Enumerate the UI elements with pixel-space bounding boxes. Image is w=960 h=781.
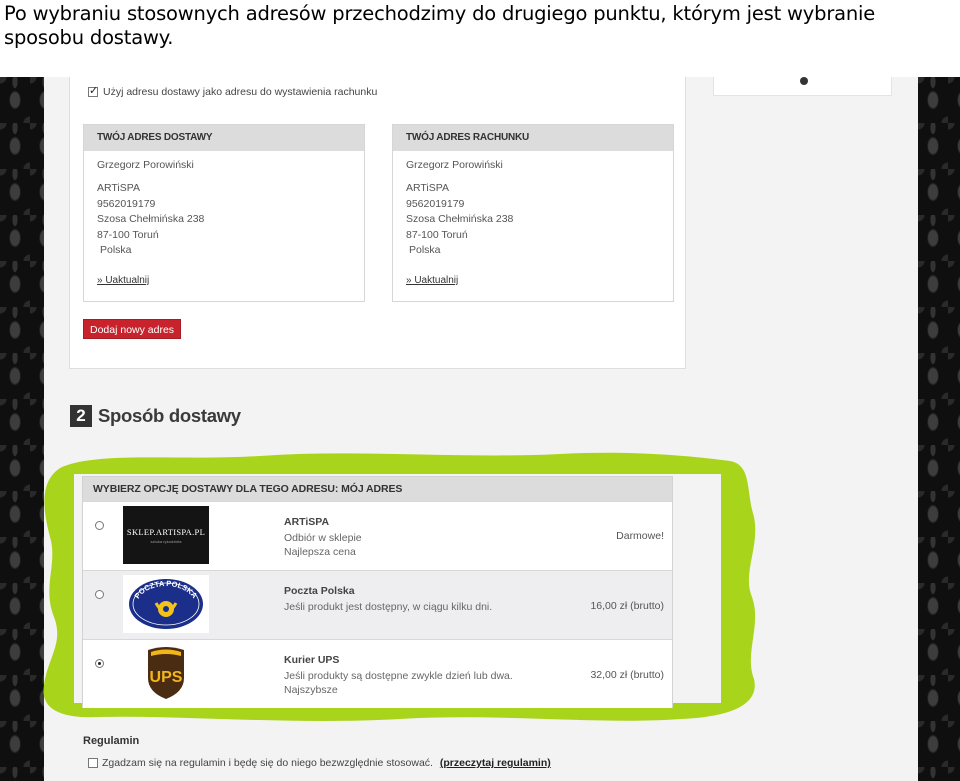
shipping-nip: 9562019179 xyxy=(97,197,156,210)
option-name: Poczta Polska xyxy=(284,585,355,597)
shipping-options-table: WYBIERZ OPCJĘ DOSTAWY DLA TEGO ADRESU: M… xyxy=(82,476,673,708)
shipping-address-lines: ARTiSPA 9562019179 Szosa Chełmińska 238 … xyxy=(97,181,204,259)
billing-address-lines: ARTiSPA 9562019179 Szosa Chełmińska 238 … xyxy=(406,181,513,259)
artispa-logo: SKLEP.ARTISPA.PL sztuka rękodzieła xyxy=(123,506,209,564)
billing-nip: 9562019179 xyxy=(406,197,465,210)
artispa-radio[interactable] xyxy=(95,521,104,530)
shipping-company: ARTiSPA xyxy=(97,182,140,194)
screenshot: Użyj adresu dostawy jako adresu do wysta… xyxy=(0,77,960,781)
shipping-address-title: TWÓJ ADRES DOSTAWY xyxy=(84,125,364,151)
option-desc-line: Najszybsze xyxy=(284,684,338,696)
artispa-logo-sub: sztuka rękodzieła xyxy=(150,538,182,544)
option-desc-line: Jeśli produkt jest dostępny, w ciągu kil… xyxy=(284,601,493,613)
sidebar-widget xyxy=(713,77,892,96)
option-description: Odbiór w sklepie Najlepsza cena xyxy=(284,531,362,559)
ups-logo: UPS xyxy=(123,644,209,702)
billing-street: Szosa Chełmińska 238 xyxy=(406,213,514,225)
billing-name: Grzegorz Porowiński xyxy=(406,159,503,171)
option-desc-line: Odbiór w sklepie xyxy=(284,532,362,544)
same-address-option[interactable]: Użyj adresu dostawy jako adresu do wysta… xyxy=(83,84,378,99)
rules-link[interactable]: (przeczytaj regulamin) xyxy=(440,757,551,769)
shipping-option-artispa[interactable]: SKLEP.ARTISPA.PL sztuka rękodzieła ARTiS… xyxy=(83,501,672,570)
step-number: 2 xyxy=(70,405,92,427)
shipping-country: Polska xyxy=(100,244,132,256)
checkout-page: Użyj adresu dostawy jako adresu do wysta… xyxy=(43,77,918,781)
rules-checkbox[interactable] xyxy=(88,758,98,769)
option-desc-line: Najlepsza cena xyxy=(284,546,356,558)
option-name: Kurier UPS xyxy=(284,654,340,666)
poczta-horn-icon: POCZTA POLSKA xyxy=(129,579,203,629)
damask-background-right xyxy=(918,77,960,781)
add-address-button[interactable]: Dodaj nowy adres xyxy=(83,319,181,339)
ups-radio[interactable] xyxy=(95,659,104,668)
same-address-label: Użyj adresu dostawy jako adresu do wysta… xyxy=(103,86,378,99)
damask-background-left xyxy=(0,77,44,781)
shipping-name: Grzegorz Porowiński xyxy=(97,159,194,171)
rules-agree-text: Zgadzam się na regulamin i będę się do n… xyxy=(102,757,433,770)
shipping-street: Szosa Chełmińska 238 xyxy=(97,213,205,225)
svg-text:UPS: UPS xyxy=(150,669,183,686)
shipping-address-box: TWÓJ ADRES DOSTAWY Grzegorz Porowiński A… xyxy=(83,124,365,302)
bullet-icon xyxy=(800,77,808,85)
shipping-option-poczta[interactable]: POCZTA POLSKA Poczta Polska Jeśli produk… xyxy=(83,570,672,639)
option-price: Darmowe! xyxy=(616,530,664,542)
rules-title: Regulamin xyxy=(83,735,140,747)
shipping-options-header: WYBIERZ OPCJĘ DOSTAWY DLA TEGO ADRESU: M… xyxy=(83,477,672,501)
poczta-polska-logo: POCZTA POLSKA xyxy=(123,575,209,633)
poczta-radio[interactable] xyxy=(95,590,104,599)
billing-company: ARTiSPA xyxy=(406,182,449,194)
same-address-checkbox[interactable] xyxy=(88,84,98,98)
shipping-city: 87-100 Toruń xyxy=(97,228,159,241)
shipping-option-ups[interactable]: UPS Kurier UPS Jeśli produkty są dostępn… xyxy=(83,639,672,708)
shipping-update-link[interactable]: » Uaktualnij xyxy=(97,275,149,286)
ups-shield-icon: UPS xyxy=(148,647,184,699)
billing-address-box: TWÓJ ADRES RACHUNKU Grzegorz Porowiński … xyxy=(392,124,674,302)
billing-city: 87-100 Toruń xyxy=(406,228,468,241)
option-desc-line: Jeśli produkty są dostępne zwykle dzień … xyxy=(284,670,513,682)
step-heading: 2 Sposób dostawy xyxy=(70,405,241,427)
rules-agreement[interactable]: Zgadzam się na regulamin i będę się do n… xyxy=(84,757,551,769)
option-price: 32,00 zł (brutto) xyxy=(590,669,664,681)
artispa-logo-text: SKLEP.ARTISPA.PL xyxy=(126,526,206,537)
billing-country: Polska xyxy=(409,244,441,256)
billing-update-link[interactable]: » Uaktualnij xyxy=(406,275,458,286)
caption-text: Po wybraniu stosownych adresów przechodz… xyxy=(4,2,876,49)
option-description: Jeśli produkt jest dostępny, w ciągu kil… xyxy=(284,600,492,614)
option-description: Jeśli produkty są dostępne zwykle dzień … xyxy=(284,669,513,697)
option-name: ARTiSPA xyxy=(284,516,330,528)
step-title: Sposób dostawy xyxy=(98,405,241,426)
option-price: 16,00 zł (brutto) xyxy=(590,600,664,612)
billing-address-title: TWÓJ ADRES RACHUNKU xyxy=(393,125,673,151)
